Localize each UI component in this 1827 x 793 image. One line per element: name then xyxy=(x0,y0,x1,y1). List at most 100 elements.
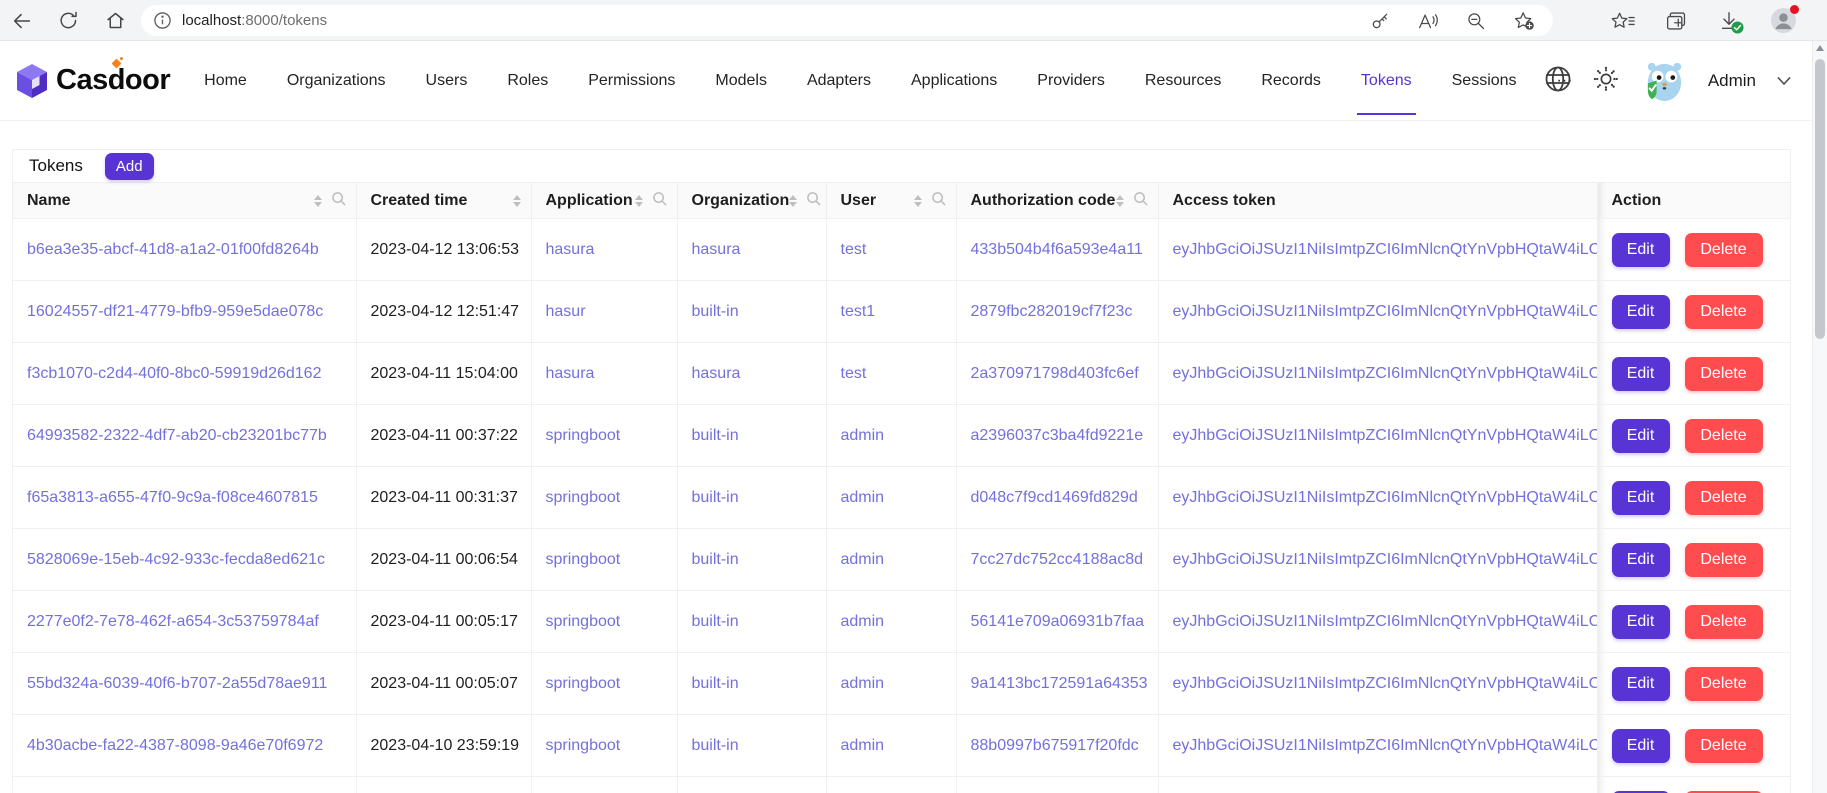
nav-item-organizations[interactable]: Organizations xyxy=(287,41,386,120)
column-header-user[interactable]: User xyxy=(826,183,956,219)
zoom-out-icon[interactable] xyxy=(1466,11,1486,31)
nav-item-permissions[interactable]: Permissions xyxy=(588,41,675,120)
user-link[interactable]: test xyxy=(841,241,867,258)
search-button-name[interactable] xyxy=(331,191,346,211)
edit-button[interactable]: Edit xyxy=(1612,295,1670,329)
organization-link[interactable]: built-in xyxy=(692,551,739,568)
add-favorite-icon[interactable] xyxy=(1513,10,1535,31)
organization-link[interactable]: built-in xyxy=(692,613,739,630)
collections-icon[interactable] xyxy=(1665,10,1688,32)
edit-button[interactable]: Edit xyxy=(1612,419,1670,453)
downloads-button[interactable] xyxy=(1718,10,1740,32)
organization-link[interactable]: hasura xyxy=(692,241,741,258)
user-link[interactable]: test1 xyxy=(841,303,876,320)
edit-button[interactable]: Edit xyxy=(1612,667,1670,701)
nav-item-roles[interactable]: Roles xyxy=(507,41,548,120)
nav-item-applications[interactable]: Applications xyxy=(911,41,997,120)
edit-button[interactable]: Edit xyxy=(1612,543,1670,577)
access_token-link[interactable]: eyJhbGciOiJSUzI1NiIsImtpZCI6ImNlcnQtYnVp… xyxy=(1173,365,1598,382)
delete-button[interactable]: Delete xyxy=(1685,543,1763,577)
name-link[interactable]: 64993582-2322-4df7-ab20-cb23201bc77b xyxy=(27,427,327,444)
nav-item-resources[interactable]: Resources xyxy=(1145,41,1221,120)
organization-link[interactable]: built-in xyxy=(692,737,739,754)
access_token-link[interactable]: eyJhbGciOiJSUzI1NiIsImtpZCI6ImNlcnQtYnVp… xyxy=(1173,489,1598,506)
application-link[interactable]: hasur xyxy=(546,303,586,320)
casdoor-logo[interactable]: Casdoor xyxy=(14,62,170,100)
auth_code-link[interactable]: 9a1413bc172591a64353 xyxy=(971,675,1148,692)
application-link[interactable]: springboot xyxy=(546,551,621,568)
page-scrollbar[interactable] xyxy=(1812,41,1827,793)
user-link[interactable]: admin xyxy=(841,551,885,568)
auth_code-link[interactable]: d048c7f9cd1469fd829d xyxy=(971,489,1138,506)
access_token-link[interactable]: eyJhbGciOiJSUzI1NiIsImtpZCI6ImNlcnQtYnVp… xyxy=(1173,427,1598,444)
delete-button[interactable]: Delete xyxy=(1685,419,1763,453)
sort-toggle-created_time[interactable] xyxy=(513,195,521,207)
application-link[interactable]: springboot xyxy=(546,489,621,506)
browser-back-button[interactable] xyxy=(5,4,38,37)
nav-item-adapters[interactable]: Adapters xyxy=(807,41,871,120)
edit-button[interactable]: Edit xyxy=(1612,357,1670,391)
name-link[interactable]: 5828069e-15eb-4c92-933c-fecda8ed621c xyxy=(27,551,325,568)
edit-button[interactable]: Edit xyxy=(1612,605,1670,639)
application-link[interactable]: springboot xyxy=(546,737,621,754)
nav-item-providers[interactable]: Providers xyxy=(1037,41,1105,120)
auth_code-link[interactable]: 56141e709a06931b7faa xyxy=(971,613,1145,630)
application-link[interactable]: springboot xyxy=(546,427,621,444)
edit-button[interactable]: Edit xyxy=(1612,729,1670,763)
edit-button[interactable]: Edit xyxy=(1612,233,1670,267)
organization-link[interactable]: built-in xyxy=(692,303,739,320)
name-link[interactable]: 4b30acbe-fa22-4387-8098-9a46e70f6972 xyxy=(27,737,323,754)
auth_code-link[interactable]: 433b504b4f6a593e4a11 xyxy=(971,241,1143,258)
password-key-icon[interactable] xyxy=(1370,11,1390,31)
sort-toggle-application[interactable] xyxy=(635,195,643,207)
delete-button[interactable]: Delete xyxy=(1685,667,1763,701)
name-link[interactable]: b6ea3e35-abcf-41d8-a1a2-01f00fd8264b xyxy=(27,241,319,258)
nav-item-home[interactable]: Home xyxy=(204,41,247,120)
delete-button[interactable]: Delete xyxy=(1685,233,1763,267)
user-link[interactable]: admin xyxy=(841,613,885,630)
organization-link[interactable]: built-in xyxy=(692,675,739,692)
name-link[interactable]: f3cb1070-c2d4-40f0-8bc0-59919d26d162 xyxy=(27,365,321,382)
sort-toggle-user[interactable] xyxy=(914,195,922,207)
organization-link[interactable]: built-in xyxy=(692,489,739,506)
auth_code-link[interactable]: 88b0997b675917f20fdc xyxy=(971,737,1139,754)
name-link[interactable]: 55bd324a-6039-40f6-b707-2a55d78ae911 xyxy=(27,675,327,692)
auth_code-link[interactable]: 2879fbc282019cf7f23c xyxy=(971,303,1133,320)
user-link[interactable]: admin xyxy=(841,489,885,506)
add-button[interactable]: Add xyxy=(105,153,154,180)
chevron-down-icon[interactable] xyxy=(1777,76,1791,86)
user-name[interactable]: Admin xyxy=(1708,71,1756,91)
search-button-organization[interactable] xyxy=(806,191,821,211)
sort-toggle-auth_code[interactable] xyxy=(1116,195,1124,207)
user-link[interactable]: test xyxy=(841,365,867,382)
nav-item-users[interactable]: Users xyxy=(426,41,468,120)
auth_code-link[interactable]: 7cc27dc752cc4188ac8d xyxy=(971,551,1144,568)
edit-button[interactable]: Edit xyxy=(1612,481,1670,515)
application-link[interactable]: springboot xyxy=(546,613,621,630)
read-aloud-icon[interactable] xyxy=(1417,11,1439,31)
user-avatar[interactable] xyxy=(1640,58,1687,105)
delete-button[interactable]: Delete xyxy=(1685,481,1763,515)
user-link[interactable]: admin xyxy=(841,427,885,444)
search-button-application[interactable] xyxy=(652,191,667,211)
delete-button[interactable]: Delete xyxy=(1685,729,1763,763)
address-bar[interactable]: localhost:8000/tokens xyxy=(141,5,1553,36)
column-header-name[interactable]: Name xyxy=(13,183,356,219)
scrollbar-thumb[interactable] xyxy=(1815,59,1825,339)
delete-button[interactable]: Delete xyxy=(1685,605,1763,639)
application-link[interactable]: hasura xyxy=(546,241,595,258)
column-header-auth_code[interactable]: Authorization code xyxy=(956,183,1158,219)
organization-link[interactable]: built-in xyxy=(692,427,739,444)
theme-toggle-button[interactable] xyxy=(1593,66,1619,97)
access_token-link[interactable]: eyJhbGciOiJSUzI1NiIsImtpZCI6ImNlcnQtYnVp… xyxy=(1173,241,1598,258)
name-link[interactable]: 16024557-df21-4779-bfb9-959e5dae078c xyxy=(27,303,323,320)
delete-button[interactable]: Delete xyxy=(1685,357,1763,391)
access_token-link[interactable]: eyJhbGciOiJSUzI1NiIsImtpZCI6ImNlcnQtYnVp… xyxy=(1173,303,1598,320)
organization-link[interactable]: hasura xyxy=(692,365,741,382)
nav-item-sessions[interactable]: Sessions xyxy=(1452,41,1517,120)
column-header-application[interactable]: Application xyxy=(531,183,677,219)
browser-profile-button[interactable] xyxy=(1770,7,1797,34)
user-link[interactable]: admin xyxy=(841,675,885,692)
favorites-bar-icon[interactable] xyxy=(1611,10,1635,32)
browser-refresh-button[interactable] xyxy=(52,4,85,37)
